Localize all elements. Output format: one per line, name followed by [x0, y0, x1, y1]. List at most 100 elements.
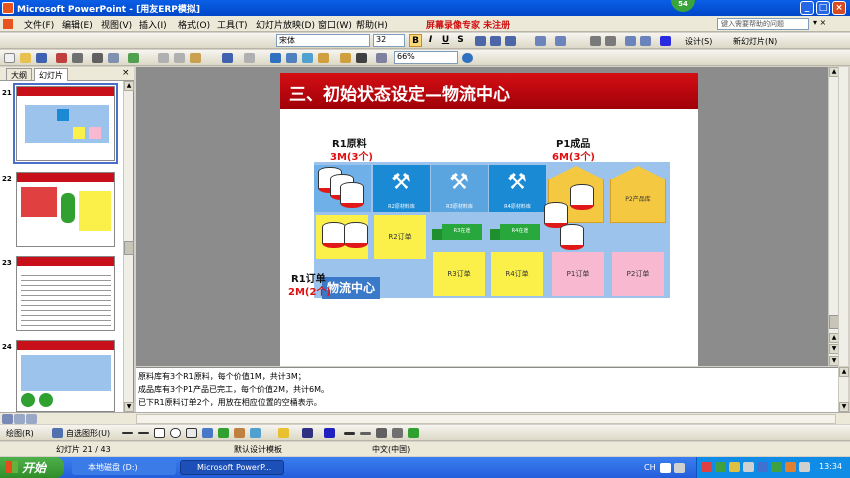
- slide-thumbnail-23[interactable]: [16, 256, 115, 331]
- menu-format[interactable]: 格式(O): [178, 18, 210, 31]
- textbox-icon[interactable]: [186, 428, 197, 438]
- barrel-icon[interactable]: [570, 184, 594, 210]
- menu-tools[interactable]: 工具(T): [217, 18, 248, 31]
- scroll-up-arrow[interactable]: ▲: [829, 67, 838, 77]
- paste-icon[interactable]: [190, 53, 201, 63]
- taskbar-item-powerpoint[interactable]: Microsoft PowerP...: [180, 460, 284, 475]
- scroll-thumb[interactable]: [124, 241, 134, 255]
- help-icon[interactable]: [462, 53, 473, 63]
- menu-window[interactable]: 窗口(W): [318, 18, 352, 31]
- menu-file[interactable]: 文件(F): [24, 18, 54, 31]
- insert-chart-icon[interactable]: [270, 53, 281, 63]
- maximize-button[interactable]: □: [816, 1, 830, 15]
- sorter-view-icon[interactable]: [14, 414, 25, 424]
- oval-icon[interactable]: [170, 428, 181, 438]
- wordart-icon[interactable]: [202, 428, 213, 438]
- permission-icon[interactable]: [56, 53, 67, 63]
- slides-panel-scrollbar[interactable]: ▲ ▼: [123, 81, 134, 412]
- open-icon[interactable]: [20, 53, 31, 63]
- help-search-input[interactable]: 键入需要帮助的问题: [717, 18, 809, 30]
- language-indicator[interactable]: CH: [644, 463, 656, 472]
- align-center-icon[interactable]: [490, 36, 501, 46]
- menu-slideshow[interactable]: 幻灯片放映(D): [256, 18, 315, 31]
- slide-thumbnail-21[interactable]: [13, 83, 118, 164]
- notes-pane[interactable]: 原料库有3个R1原料，每个价值1M，共计3M； 成品库有3个P1产品已完工，每个…: [136, 367, 838, 412]
- tray-icon[interactable]: [785, 462, 796, 472]
- input-method-icon[interactable]: [660, 463, 671, 473]
- tray-icon[interactable]: [757, 462, 768, 472]
- italic-button[interactable]: I: [424, 34, 437, 47]
- tray-icon[interactable]: [771, 462, 782, 472]
- clipart-icon[interactable]: [234, 428, 245, 438]
- doc-icon[interactable]: [3, 19, 13, 29]
- scroll-down-arrow[interactable]: ▼: [829, 356, 838, 366]
- next-slide-icon[interactable]: ▼: [829, 344, 838, 354]
- prev-slide-icon[interactable]: ▲: [829, 333, 838, 343]
- line-color-icon[interactable]: [302, 428, 313, 438]
- new-icon[interactable]: [4, 53, 15, 63]
- scroll-up-arrow[interactable]: ▲: [124, 81, 134, 91]
- fill-color-icon[interactable]: [278, 428, 289, 438]
- rectangle-icon[interactable]: [154, 428, 165, 438]
- start-button[interactable]: 开始: [0, 457, 64, 478]
- increase-indent-icon[interactable]: [640, 36, 651, 46]
- arrow-style-icon[interactable]: [376, 428, 387, 438]
- menu-edit[interactable]: 编辑(E): [62, 18, 93, 31]
- undo-icon[interactable]: [222, 53, 233, 63]
- save-icon[interactable]: [36, 53, 47, 63]
- redo-icon[interactable]: [244, 53, 255, 63]
- underline-button[interactable]: U: [439, 34, 452, 47]
- barrel-icon[interactable]: [340, 182, 364, 208]
- menu-help[interactable]: 帮助(H): [356, 18, 388, 31]
- print-icon[interactable]: [92, 53, 103, 63]
- cut-icon[interactable]: [158, 53, 169, 63]
- slideshow-view-icon[interactable]: [26, 414, 37, 424]
- new-slide-button[interactable]: 新幻灯片(N): [733, 36, 777, 47]
- shadow-style-icon[interactable]: [392, 428, 403, 438]
- close-button[interactable]: ×: [832, 1, 846, 15]
- line-style-icon[interactable]: [344, 432, 355, 435]
- font-size-select[interactable]: 32: [373, 34, 405, 47]
- grayscale-icon[interactable]: [376, 53, 387, 63]
- numbering-icon[interactable]: [535, 36, 546, 46]
- line-icon[interactable]: [122, 432, 133, 434]
- barrel-icon[interactable]: [560, 224, 584, 250]
- font-color-draw-icon[interactable]: [324, 428, 335, 438]
- empty-barrel-icon[interactable]: [344, 222, 368, 248]
- dash-style-icon[interactable]: [360, 432, 371, 435]
- tab-slides[interactable]: 幻灯片: [34, 68, 68, 81]
- menu-view[interactable]: 视图(V): [101, 18, 132, 31]
- insert-table-icon[interactable]: [286, 53, 297, 63]
- slide-title[interactable]: 三、初始状态设定—物流中心: [280, 73, 698, 109]
- email-icon[interactable]: [72, 53, 83, 63]
- select-objects-icon[interactable]: [52, 428, 63, 438]
- scroll-down-arrow[interactable]: ▼: [124, 402, 134, 412]
- spelling-icon[interactable]: [128, 53, 139, 63]
- panel-close-icon[interactable]: ×: [122, 68, 130, 78]
- 3d-style-icon[interactable]: [408, 428, 419, 438]
- design-button[interactable]: 设计(S): [685, 36, 712, 47]
- zoom-select[interactable]: 66%: [394, 51, 458, 64]
- horizontal-scrollbar[interactable]: [136, 414, 836, 424]
- bullets-icon[interactable]: [555, 36, 566, 46]
- copy-icon[interactable]: [174, 53, 185, 63]
- scroll-thumb[interactable]: [829, 315, 838, 329]
- doc-close-icon[interactable]: ▾ ×: [813, 18, 826, 27]
- taskbar-item-disk[interactable]: 本地磁盘 (D:): [72, 460, 176, 475]
- diagram-icon[interactable]: [218, 428, 229, 438]
- notes-scrollbar[interactable]: ▲ ▼: [838, 367, 849, 412]
- tray-icon[interactable]: [715, 462, 726, 472]
- insert-diagram-icon[interactable]: [318, 53, 329, 63]
- decrease-indent-icon[interactable]: [625, 36, 636, 46]
- insert-picture-icon[interactable]: [302, 53, 313, 63]
- font-color-icon[interactable]: [660, 36, 671, 46]
- tab-outline[interactable]: 大纲: [6, 68, 32, 81]
- main-scrollbar[interactable]: [838, 67, 848, 366]
- autoshapes-button[interactable]: 自选图形(U): [66, 428, 110, 439]
- slide-scrollbar[interactable]: ▲ ▲ ▼ ▼: [828, 67, 838, 366]
- minimize-button[interactable]: _: [800, 1, 814, 15]
- font-select[interactable]: 宋体: [276, 34, 370, 47]
- slide-canvas[interactable]: 三、初始状态设定—物流中心 R1原料 3M(3个) P1成品 6M(3个) ⚒ …: [280, 73, 698, 366]
- bold-button[interactable]: B: [409, 34, 422, 47]
- show-formatting-icon[interactable]: [356, 53, 367, 63]
